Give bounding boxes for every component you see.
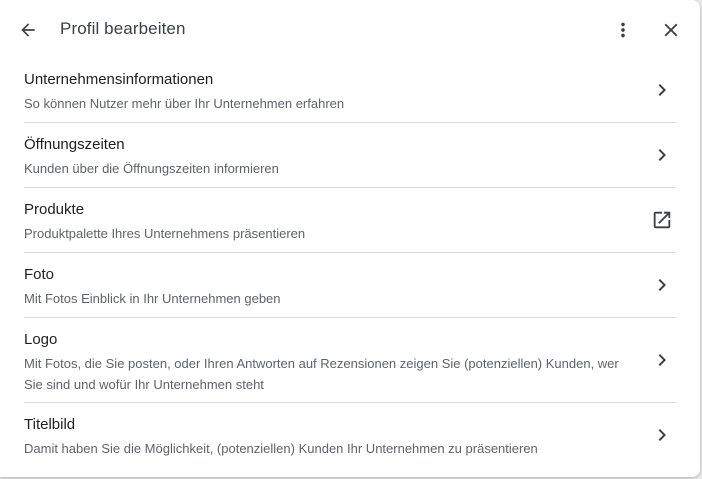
list-item-products[interactable]: Produkte Produktpalette Ihres Unternehme… (24, 188, 676, 253)
panel-header: Profil bearbeiten (0, 0, 700, 60)
list-item-title: Foto (24, 266, 55, 283)
list-item-business-info[interactable]: Unternehmensinformationen So können Nutz… (24, 58, 676, 123)
open-in-new-icon (650, 208, 674, 232)
list-item-title: Öffnungszeiten (24, 136, 125, 153)
list-item-title: Produkte (24, 201, 85, 218)
list-item-title: Logo (24, 331, 58, 348)
edit-profile-panel: Profil bearbeiten Unternehmensinformatio… (0, 0, 700, 477)
list-item-description: Mit Fotos Einblick in Ihr Unternehmen ge… (24, 291, 281, 306)
page-title: Profil bearbeiten (60, 19, 186, 38)
list-item-description: Damit haben Sie die Möglichkeit, (potenz… (24, 441, 538, 456)
list-item-opening-hours[interactable]: Öffnungszeiten Kunden über die Öffnungsz… (24, 123, 676, 188)
list-item-title: Unternehmensinformationen (24, 71, 214, 88)
close-button[interactable] (655, 14, 687, 46)
list-item-description: Mit Fotos, die Sie posten, oder Ihren An… (24, 356, 619, 392)
chevron-right-icon (650, 143, 674, 167)
back-button[interactable] (12, 14, 44, 46)
list-item-description: So können Nutzer mehr über Ihr Unternehm… (24, 96, 345, 111)
chevron-right-icon (650, 78, 674, 102)
close-icon (660, 19, 682, 41)
list-item-title: Titelbild (24, 416, 76, 433)
list-item-cover-photo[interactable]: Titelbild Damit haben Sie die Möglichkei… (24, 403, 676, 468)
list-item-logo[interactable]: Logo Mit Fotos, die Sie posten, oder Ihr… (24, 318, 676, 403)
more-options-button[interactable] (607, 14, 639, 46)
profile-sections-list: Unternehmensinformationen So können Nutz… (0, 58, 700, 468)
list-item-description: Produktpalette Ihres Unternehmens präsen… (24, 226, 306, 241)
chevron-right-icon (650, 348, 674, 372)
list-item-photo[interactable]: Foto Mit Fotos Einblick in Ihr Unternehm… (24, 253, 676, 318)
chevron-right-icon (650, 273, 674, 297)
list-item-description: Kunden über die Öffnungszeiten informier… (24, 161, 279, 176)
more-vert-icon (612, 19, 634, 41)
chevron-right-icon (650, 423, 674, 447)
arrow-back-icon (18, 20, 38, 40)
